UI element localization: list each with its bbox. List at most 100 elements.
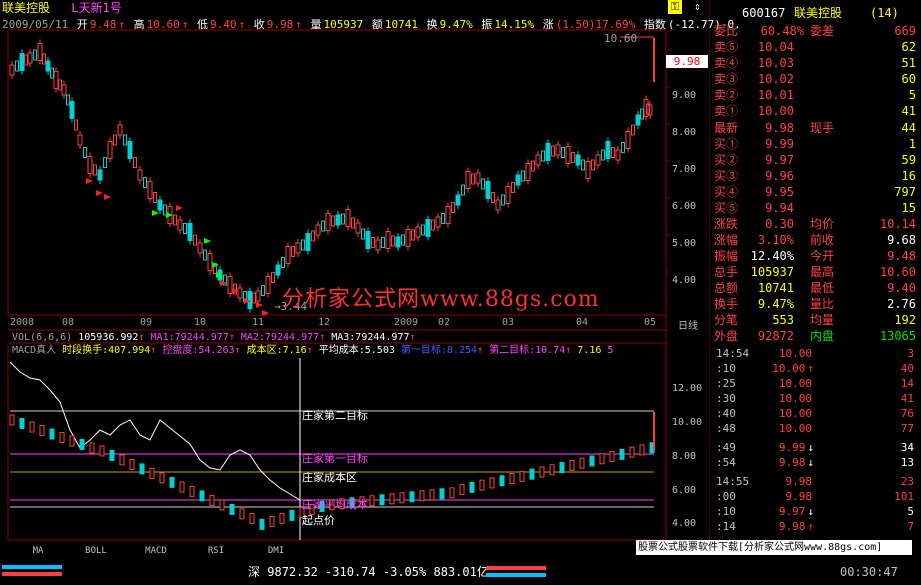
candle-body xyxy=(335,214,341,226)
bid-row[interactable]: 买③ 9.96 16 xyxy=(712,168,918,184)
candle-body xyxy=(625,131,631,149)
ask-row[interactable]: 卖④ 10.03 51 xyxy=(712,55,918,71)
indicator-tab-rsi[interactable]: RSI xyxy=(190,545,242,558)
date-axis-label: 03 xyxy=(502,317,515,328)
candle-body xyxy=(361,228,365,240)
tick-qty: 13 xyxy=(900,456,914,469)
tick-qty: 7 xyxy=(907,520,914,533)
candle-body xyxy=(305,233,311,251)
tick-time: :14 xyxy=(716,520,736,533)
ask-label: 卖① xyxy=(714,104,739,118)
stat-label: 换手 xyxy=(714,297,739,311)
candle-body xyxy=(285,246,291,264)
bid-row[interactable]: 买④ 9.95 797 xyxy=(712,184,918,200)
tick-row: :48 10.00 77 xyxy=(712,421,918,436)
ask-row[interactable]: 卖⑤ 10.04 62 xyxy=(712,39,918,55)
current-price-tag: 9.98 xyxy=(666,55,708,68)
bid-row[interactable]: 买① 9.99 1 xyxy=(712,136,918,152)
candle-body xyxy=(495,199,501,211)
tick-time: :10 xyxy=(716,362,736,375)
bid-row[interactable]: 买② 9.97 59 xyxy=(712,152,918,168)
amp-label: 振 xyxy=(481,18,493,31)
date-axis-label: 2008 xyxy=(10,317,35,328)
candle-body xyxy=(425,219,431,237)
candle-body xyxy=(505,186,511,204)
status-bar: 深 9872.32 -310.74 -3.05% 883.01亿 00:30:4… xyxy=(0,562,921,585)
bid-volume: 1 xyxy=(908,137,916,151)
lower-candle xyxy=(569,459,575,471)
sell-signal-arrow xyxy=(104,194,111,200)
tick-price: 9.97 ↓ xyxy=(752,504,814,519)
candle-body xyxy=(461,184,465,196)
price-axis-label: 8.00 xyxy=(672,127,697,138)
candle-body xyxy=(197,242,203,254)
ask-row[interactable]: 卖① 10.00 41 xyxy=(712,103,918,119)
lower-candle xyxy=(469,481,475,493)
lower-candle xyxy=(269,515,275,527)
outer-value: 92872 xyxy=(757,329,794,343)
lower-candle xyxy=(49,428,55,440)
candle-body xyxy=(183,223,187,234)
stat-label-2: 今开 xyxy=(810,249,835,263)
candle-body xyxy=(203,249,207,261)
ask-row[interactable]: 卖③ 10.02 60 xyxy=(712,71,918,87)
main-panel-border xyxy=(7,29,667,316)
stat-value-2: 2.76 xyxy=(887,297,916,311)
chart-title: 联美控股 L天新1号 xyxy=(2,1,122,15)
candle-body xyxy=(113,134,117,146)
last-price-row: 最新 9.98 现手 44 xyxy=(712,120,918,136)
lower-candle xyxy=(249,512,255,524)
ask-volume: 5 xyxy=(908,88,916,102)
lower-candle xyxy=(139,463,145,475)
candle-body xyxy=(355,222,361,234)
indicator-tab-ma[interactable]: MA xyxy=(12,545,64,558)
candle-body xyxy=(401,234,405,246)
lower-candle xyxy=(59,432,65,443)
ask-label: 卖② xyxy=(714,88,739,102)
chevron-up-down-icon[interactable]: ⇕ xyxy=(694,0,706,14)
candle-body xyxy=(291,246,295,257)
indicator-tab-macd[interactable]: MACD xyxy=(130,545,182,558)
candle-body xyxy=(74,119,78,131)
lock-icon[interactable]: ⚿ xyxy=(668,0,682,14)
candle-body xyxy=(123,134,127,146)
lower-candle xyxy=(579,457,585,469)
candle-body xyxy=(252,292,256,304)
tick-row: :10 9.97 ↓ 5 xyxy=(712,504,918,519)
tick-arrow: ↓ xyxy=(807,456,814,469)
lower-candle xyxy=(69,435,75,447)
label-start-price: 起点价 xyxy=(302,514,335,527)
tick-price: 10.00 xyxy=(752,346,814,361)
lower-candle xyxy=(189,485,195,497)
turn-label: 换 xyxy=(426,18,438,31)
date-axis-label: 05 xyxy=(644,317,657,328)
stat-value-2: 192 xyxy=(894,313,916,327)
tick-qty: 5 xyxy=(907,505,914,518)
candle-body xyxy=(265,276,271,294)
lower-candle xyxy=(419,490,425,502)
candle-body xyxy=(411,229,415,241)
indicator-tab-dmi[interactable]: DMI xyxy=(250,545,302,558)
bid-row[interactable]: 买⑤ 9.94 15 xyxy=(712,200,918,216)
stat-value-2: 9.40 xyxy=(887,281,916,295)
ask-volume: 41 xyxy=(901,104,916,118)
tick-price-value: 9.98 xyxy=(785,490,813,503)
lower-candle xyxy=(629,446,635,458)
candle-body xyxy=(9,64,15,76)
indicator-tab-boll[interactable]: BOLL xyxy=(70,545,122,558)
stat-value-2: 9.68 xyxy=(887,233,916,247)
candle-body xyxy=(193,234,197,246)
ask-price: 10.04 xyxy=(757,40,794,54)
tick-price-value: 10.00 xyxy=(778,407,812,420)
candle-body xyxy=(345,209,351,227)
macd-first-target: 第一目标:8.254 xyxy=(400,345,478,356)
stat-label-2: 量比 xyxy=(810,297,835,311)
ask-row[interactable]: 卖② 10.01 5 xyxy=(712,87,918,103)
candle-body xyxy=(61,84,67,96)
hand-value: 44 xyxy=(901,121,916,135)
lower-candle xyxy=(279,512,285,524)
vol-ma2: MA2:79244.977 xyxy=(240,332,320,343)
stat-value: 0.30 xyxy=(765,217,794,231)
lower-candle xyxy=(559,462,565,474)
watermark: 分析家公式网www.88gs.com xyxy=(282,287,600,312)
